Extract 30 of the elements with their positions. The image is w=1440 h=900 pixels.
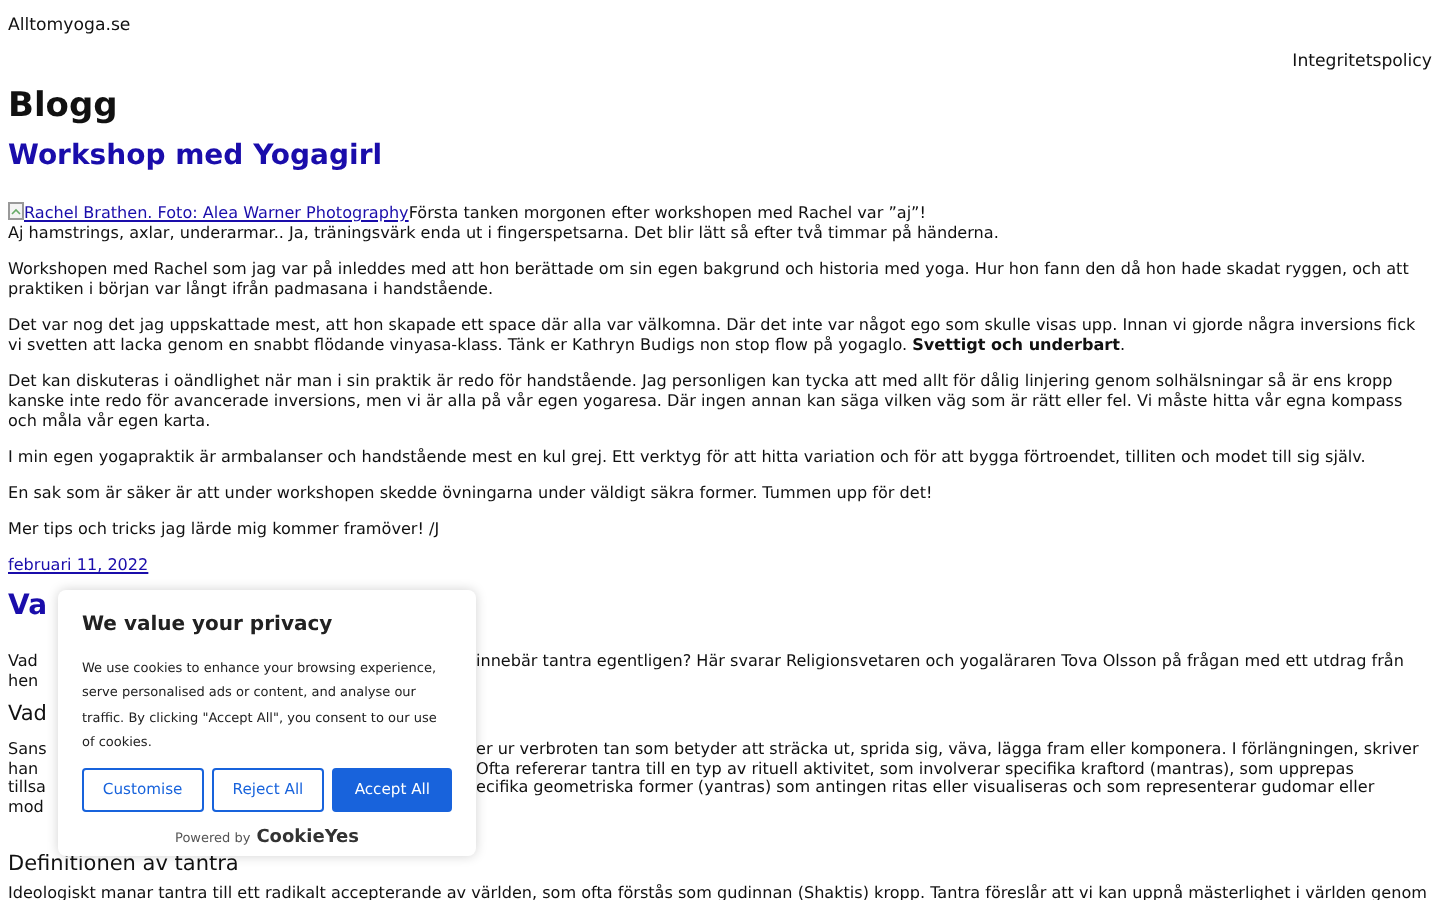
post-date[interactable]: februari 11, 2022 — [8, 556, 149, 576]
post-paragraph: Mer tips och tricks jag lärde mig kommer framöver! /J — [8, 520, 442, 540]
post-paragraph: I min egen yogapraktik är armbalanser och handstående mest en kul grej. Ett verktyg för att hitta variation och för att bygga förtroendet, tilliten och modet till sig själv. — [8, 448, 1368, 468]
page-title: Blogg — [8, 86, 118, 126]
post-paragraph: En sak som är säker är att under workshopen skedde övningarna under väldigt säkra former. Tummen upp för det! — [8, 484, 935, 504]
banner-title: We value your privacy — [82, 614, 335, 638]
post-title[interactable]: Workshop med Yogagirl — [8, 138, 383, 174]
post-paragraph: Rachel Brathen. Foto: Alea Warner PhotographyFörsta tanken morgonen efter workshopen med Rachel var ”aj”! Aj hamstrings, axlar, underarmar.. Ja, träningsvärk enda ut i fingerspetsarna. Det blir lätt så efter två timmar på händerna. — [8, 202, 1001, 244]
post-text: Sans — [8, 740, 47, 760]
post-title[interactable]: Va — [8, 588, 48, 624]
post-text: hen — [8, 671, 39, 691]
brand-logo[interactable]: CookieYes — [256, 827, 359, 848]
section-heading: Definitionen av tantra — [8, 849, 239, 878]
post-text: Ideologiskt manar tantra till ett radikalt accepterande av världen, som ofta förstås som gudinnan (Shaktis) kropp. Tantra föreslår att vi kan uppnå mästerlighet i världen genom — [8, 883, 1429, 900]
post-text: tillsa — [8, 778, 46, 798]
nav-link[interactable]: Integritetspolicy — [1292, 52, 1432, 72]
section-heading: Vad — [8, 700, 47, 729]
post-paragraph: Det var nog det jag uppskattade mest, att hon skapade ett space där alla var välkomna. Där det inte var något ego som skulle visas upp. Innan vi gjorde några inversions fick vi svetten att lacka genom en snabbt flödande vinyasa-klass. Tänk er Kathryn Budigs non stop flow på yogaglo. Svettigt och underbart. — [8, 316, 1418, 356]
post-text: innebär tantra egentligen? Här svarar Religionsvetaren och yogaläraren Tova Olsson på frågan med ett utdrag från — [476, 652, 1404, 672]
post-text: Ofta refererar tantra till en typ av rituell aktivitet, som involverar specifika kraftord (mantras), som upprepas — [476, 759, 1354, 779]
post-text: han — [8, 759, 39, 779]
post-text: er ur verbroten tan som betyder att sträcka ut, sprida sig, väva, lägga fram eller komponera. I förlängningen, skriver — [476, 740, 1419, 760]
post-paragraph: Workshopen med Rachel som jag var på inleddes med att hon berättade om sin egen bakgrund och historia med yoga. Hur hon fann den då hon hade skadat ryggen, och att praktiken i början var långt ifrån padmasana i handstående. — [8, 260, 1411, 300]
broken-image-icon — [8, 202, 24, 220]
post-text: mod — [8, 797, 44, 818]
post-text: Vad — [8, 652, 38, 672]
post-paragraph: Det kan diskuteras i oändlighet när man i sin praktik är redo för handstående. Jag personligen kan tycka att med allt för dålig linjering genom solhälsningar så är ens kropp kanske inte redo för avancerade inversions, men vi är alla på vår egen yogaresa. Där ingen annan kan säga vilken väg som är rätt eller fel. Vi måste hitta vår egna kompass och måla vår egen karta. — [8, 372, 1405, 432]
post-text: ecifika geometriska former (yantras) som antingen ritas eller visualiseras och som representerar gudomar eller — [476, 778, 1375, 798]
site-title[interactable]: Alltomyoga.se — [8, 16, 131, 36]
image-link[interactable]: Rachel Brathen. Foto: Alea Warner Photography — [8, 204, 409, 222]
